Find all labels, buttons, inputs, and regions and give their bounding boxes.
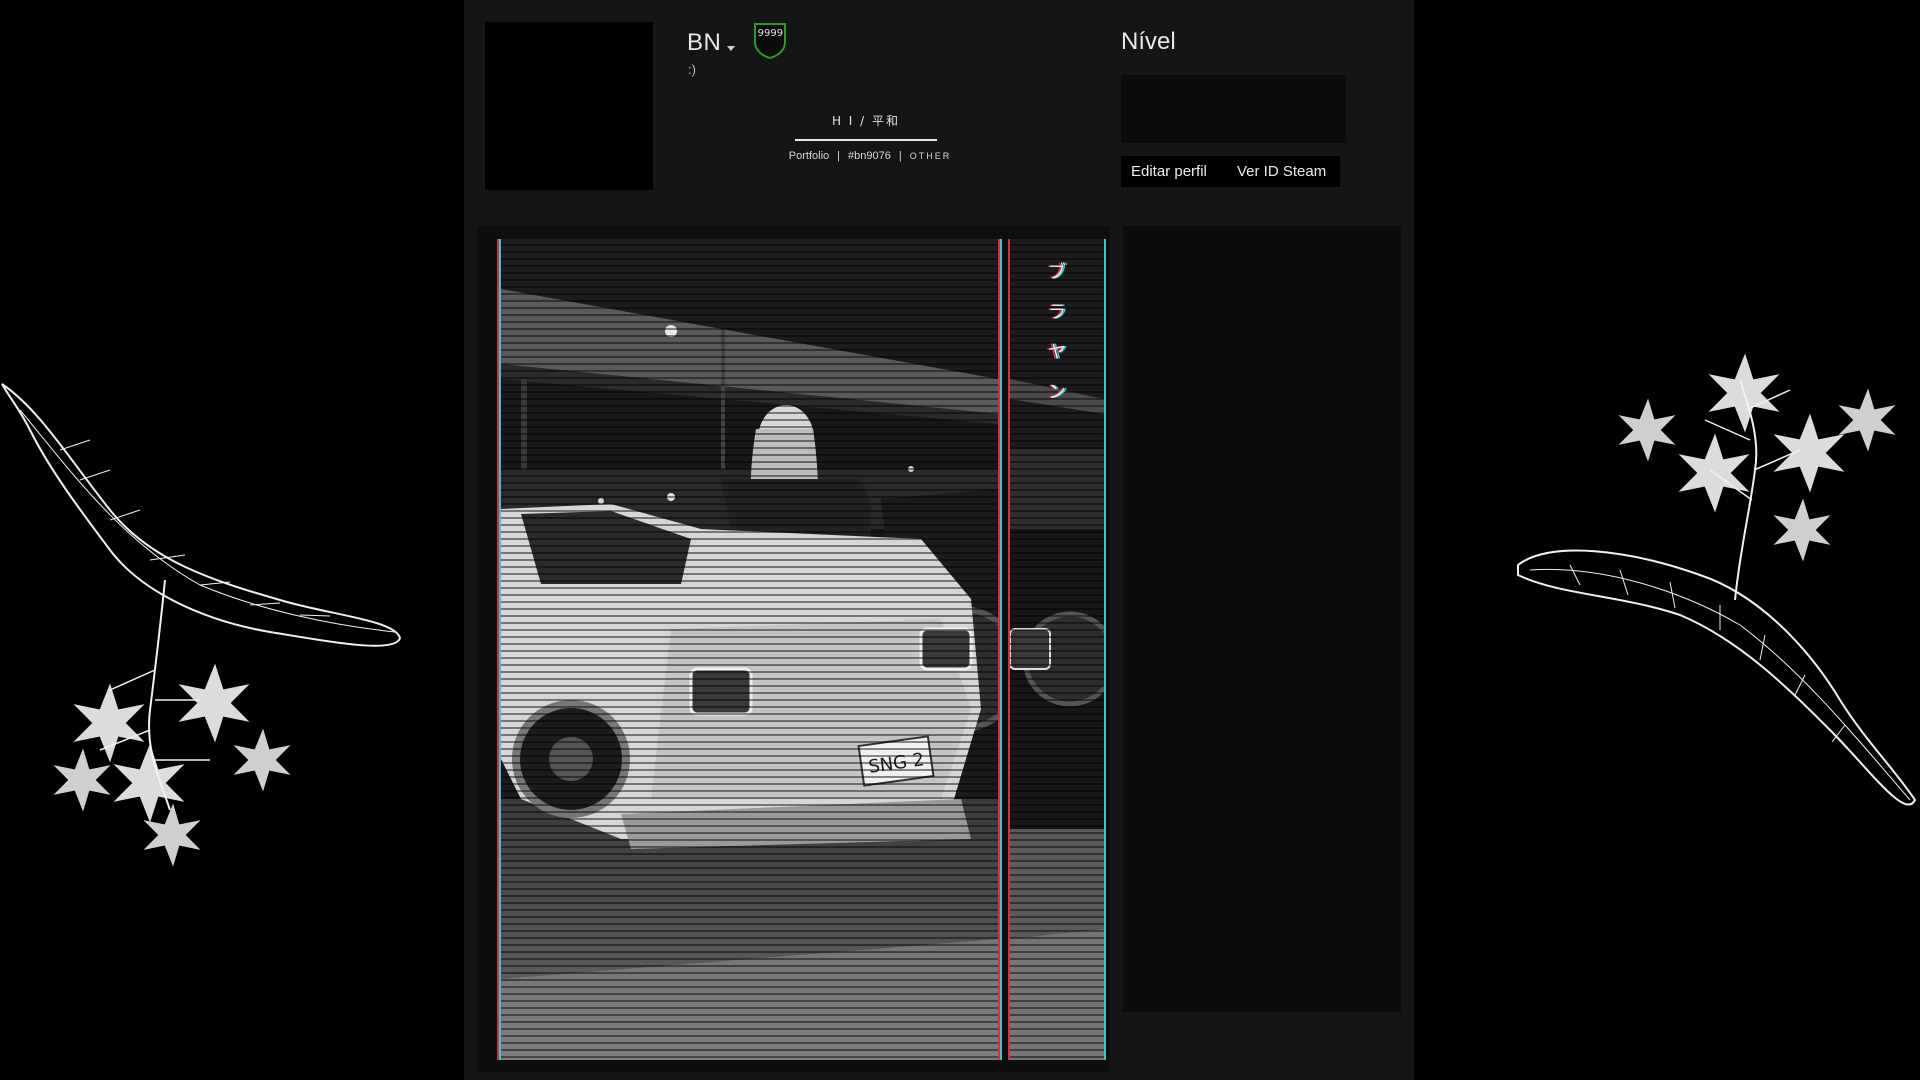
level-box	[1121, 75, 1346, 143]
flower-branch-left-decoration	[1, 383, 402, 867]
katakana-char: ラ	[1048, 302, 1066, 323]
car-photo-illustration: SNG 2	[501, 239, 998, 1060]
katakana-char: ヤ	[1048, 342, 1066, 363]
persona-subtitle: :)	[688, 62, 696, 77]
artwork-side-image[interactable]: ブ ラ ヤ ン	[1008, 239, 1106, 1060]
link-separator: |	[898, 150, 902, 162]
katakana-char: ン	[1048, 382, 1066, 403]
summary-links: Portfolio | #bn9076 | OTHER	[764, 150, 976, 162]
portfolio-link[interactable]: Portfolio	[789, 150, 829, 162]
persona-name[interactable]: BN	[687, 29, 721, 57]
level-badge[interactable]: 9999	[751, 20, 789, 60]
artwork-main-image[interactable]: SNG 2	[499, 239, 1000, 1060]
persona-header: BN 9999	[687, 23, 789, 60]
profile-panel: BN 9999 :) H I / 平和 Portfolio | #bn9076 …	[464, 0, 1414, 1080]
katakana-char: ブ	[1048, 262, 1066, 283]
summary-title: H I / 平和	[831, 114, 901, 128]
vertical-katakana-text: ブ ラ ヤ ン	[1010, 253, 1104, 413]
profile-right-column	[1123, 226, 1401, 1012]
view-steam-id-button[interactable]: Ver ID Steam	[1227, 156, 1340, 187]
shield-badge-icon	[754, 23, 787, 60]
other-link[interactable]: OTHER	[910, 151, 952, 161]
edit-profile-button[interactable]: Editar perfil	[1121, 156, 1227, 187]
tag-link[interactable]: #bn9076	[848, 150, 891, 162]
level-label: Nível	[1121, 28, 1176, 55]
artwork-showcase: SNG 2 ブ ラ ヤ ン	[477, 226, 1109, 1072]
badge-level-text: 9999	[757, 28, 784, 39]
flower-branch-right-decoration	[1517, 353, 1917, 806]
profile-page: BN 9999 :) H I / 平和 Portfolio | #bn9076 …	[0, 0, 1920, 1080]
summary-divider	[795, 139, 937, 141]
avatar[interactable]	[485, 22, 653, 190]
chevron-down-icon[interactable]	[727, 45, 736, 51]
link-separator: |	[837, 150, 841, 162]
